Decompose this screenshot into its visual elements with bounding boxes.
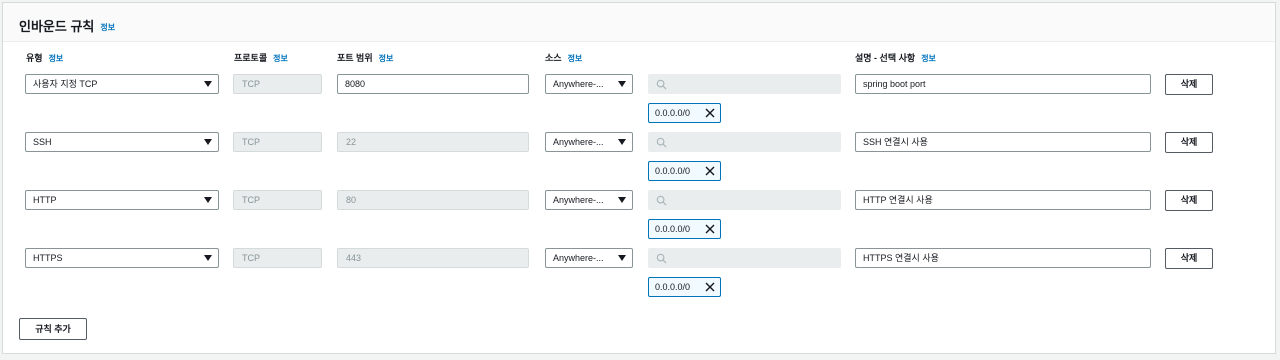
panel-header: 인바운드 규칙 정보: [3, 3, 1275, 42]
panel-info-link[interactable]: 정보: [100, 23, 115, 32]
port-range-info-link[interactable]: 정보: [379, 54, 394, 63]
delete-rule-button[interactable]: 삭제: [1165, 190, 1213, 211]
close-icon[interactable]: [705, 108, 715, 118]
close-icon[interactable]: [705, 224, 715, 234]
cidr-token-label: 0.0.0.0/0: [655, 224, 691, 234]
column-header-description-label: 설명 - 선택 사항: [855, 53, 916, 63]
caret-down-icon: [204, 139, 212, 145]
caret-down-icon: [618, 255, 626, 261]
caret-down-icon: [204, 197, 212, 203]
caret-down-icon: [618, 197, 626, 203]
delete-rule-button[interactable]: 삭제: [1165, 74, 1213, 95]
caret-down-icon: [618, 139, 626, 145]
port-range-field: 22: [337, 132, 529, 152]
description-input[interactable]: HTTP 연결시 사용: [855, 190, 1151, 210]
type-select[interactable]: SSH: [25, 132, 219, 152]
column-header-source: 소스 정보: [545, 51, 582, 64]
delete-rule-button[interactable]: 삭제: [1165, 248, 1213, 269]
column-header-protocol-label: 프로토콜: [234, 53, 268, 63]
caret-down-icon: [204, 81, 212, 87]
source-select-value: Anywhere-...: [553, 253, 604, 263]
search-icon: [656, 195, 667, 206]
type-select[interactable]: 사용자 지정 TCP: [25, 74, 219, 94]
rule-row: 사용자 지정 TCP TCP 8080 Anywhere-... 0.0.0.0…: [3, 74, 1275, 132]
inbound-rules-panel: 인바운드 규칙 정보 유형 정보 프로토콜 정보 포트 범위 정보 소스 정보 설명 - …: [2, 2, 1276, 354]
column-header-description: 설명 - 선택 사항 정보: [855, 51, 936, 64]
cidr-token-label: 0.0.0.0/0: [655, 166, 691, 176]
search-icon: [656, 253, 667, 264]
source-select[interactable]: Anywhere-...: [545, 190, 633, 210]
type-select-value: 사용자 지정 TCP: [33, 79, 98, 89]
cidr-token: 0.0.0.0/0: [648, 103, 721, 123]
panel-title-text: 인바운드 규칙: [19, 19, 95, 34]
port-range-input[interactable]: 8080: [337, 74, 529, 94]
type-select-value: HTTPS: [33, 253, 63, 263]
cidr-search-input[interactable]: [648, 248, 841, 268]
cidr-search-input[interactable]: [648, 132, 841, 152]
rule-row: SSH TCP 22 Anywhere-... 0.0.0.0/0 SSH 연결…: [3, 132, 1275, 190]
column-header-type: 유형 정보: [26, 51, 63, 64]
description-input[interactable]: HTTPS 연결시 사용: [855, 248, 1151, 268]
panel-title: 인바운드 규칙 정보: [19, 16, 115, 35]
port-range-field: 443: [337, 248, 529, 268]
type-select[interactable]: HTTP: [25, 190, 219, 210]
source-select-value: Anywhere-...: [553, 195, 604, 205]
type-select[interactable]: HTTPS: [25, 248, 219, 268]
description-input[interactable]: SSH 연결시 사용: [855, 132, 1151, 152]
port-range-field: 80: [337, 190, 529, 210]
source-select-value: Anywhere-...: [553, 79, 604, 89]
column-header-type-label: 유형: [26, 53, 43, 63]
protocol-field: TCP: [233, 132, 322, 152]
search-icon: [656, 79, 667, 90]
close-icon[interactable]: [705, 166, 715, 176]
type-select-value: SSH: [33, 137, 52, 147]
source-select-value: Anywhere-...: [553, 137, 604, 147]
close-icon[interactable]: [705, 282, 715, 292]
source-select[interactable]: Anywhere-...: [545, 132, 633, 152]
source-info-link[interactable]: 정보: [568, 54, 583, 63]
column-header-protocol: 프로토콜 정보: [234, 51, 288, 64]
column-header-source-label: 소스: [545, 53, 562, 63]
rule-row: HTTPS TCP 443 Anywhere-... 0.0.0.0/0 HTT…: [3, 248, 1275, 306]
column-header-port-range: 포트 범위 정보: [337, 51, 393, 64]
search-icon: [656, 137, 667, 148]
cidr-token: 0.0.0.0/0: [648, 219, 721, 239]
protocol-info-link[interactable]: 정보: [273, 54, 288, 63]
caret-down-icon: [618, 81, 626, 87]
cidr-search-input[interactable]: [648, 190, 841, 210]
source-select[interactable]: Anywhere-...: [545, 74, 633, 94]
cidr-token: 0.0.0.0/0: [648, 161, 721, 181]
cidr-token-label: 0.0.0.0/0: [655, 282, 691, 292]
description-input[interactable]: spring boot port: [855, 74, 1151, 94]
protocol-field: TCP: [233, 74, 322, 94]
protocol-field: TCP: [233, 248, 322, 268]
cidr-token: 0.0.0.0/0: [648, 277, 721, 297]
source-select[interactable]: Anywhere-...: [545, 248, 633, 268]
add-rule-button[interactable]: 규칙 추가: [19, 318, 87, 340]
column-header-port-range-label: 포트 범위: [337, 53, 373, 63]
rule-row: HTTP TCP 80 Anywhere-... 0.0.0.0/0 HTTP …: [3, 190, 1275, 248]
type-info-link[interactable]: 정보: [49, 54, 64, 63]
type-select-value: HTTP: [33, 195, 57, 205]
protocol-field: TCP: [233, 190, 322, 210]
delete-rule-button[interactable]: 삭제: [1165, 132, 1213, 153]
caret-down-icon: [204, 255, 212, 261]
cidr-token-label: 0.0.0.0/0: [655, 108, 691, 118]
description-info-link[interactable]: 정보: [921, 54, 936, 63]
cidr-search-input[interactable]: [648, 74, 841, 94]
